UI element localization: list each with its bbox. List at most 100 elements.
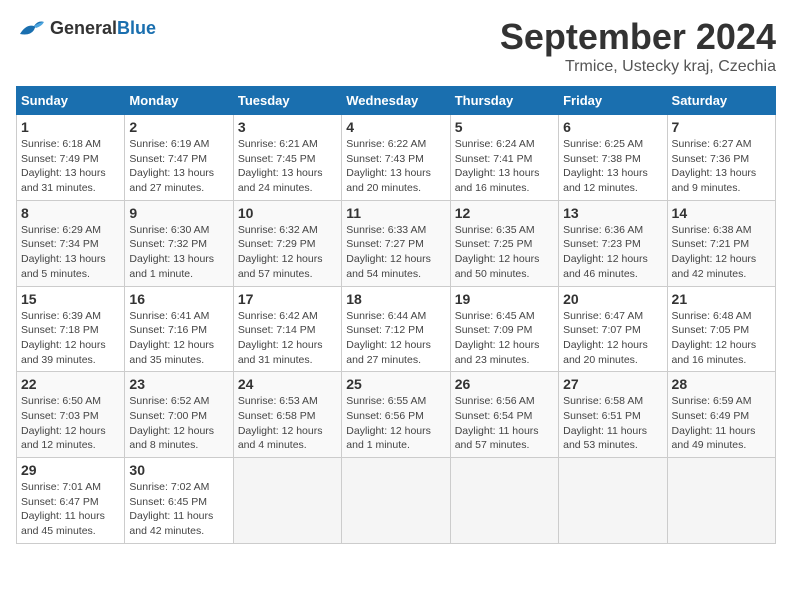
day-info: Sunrise: 6:18 AM Sunset: 7:49 PM Dayligh… [21, 137, 120, 196]
day-number: 23 [129, 376, 228, 392]
day-info: Sunrise: 6:39 AM Sunset: 7:18 PM Dayligh… [21, 309, 120, 368]
day-cell [450, 458, 558, 544]
day-cell: 4Sunrise: 6:22 AM Sunset: 7:43 PM Daylig… [342, 115, 450, 201]
day-number: 3 [238, 119, 337, 135]
day-info: Sunrise: 6:24 AM Sunset: 7:41 PM Dayligh… [455, 137, 554, 196]
day-info: Sunrise: 6:27 AM Sunset: 7:36 PM Dayligh… [672, 137, 771, 196]
day-cell: 30 Sunrise: 7:02 AM Sunset: 6:45 PM Dayli… [125, 458, 233, 544]
day-info: Sunrise: 6:19 AM Sunset: 7:47 PM Dayligh… [129, 137, 228, 196]
day-number: 11 [346, 205, 445, 221]
day-cell [667, 458, 775, 544]
page-header: GeneralBlue September 2024 Trmice, Ustec… [16, 16, 776, 76]
day-number: 20 [563, 291, 662, 307]
day-cell: 11 Sunrise: 6:33 AM Sunset: 7:27 PM Dayli… [342, 200, 450, 286]
day-info: Sunrise: 7:01 AM Sunset: 6:47 PM Dayligh… [21, 480, 120, 539]
day-info: Sunrise: 6:32 AM Sunset: 7:29 PM Dayligh… [238, 223, 337, 282]
weekday-header-sunday: Sunday [17, 87, 125, 115]
day-number: 24 [238, 376, 337, 392]
logo: GeneralBlue [16, 16, 156, 40]
weekday-header-monday: Monday [125, 87, 233, 115]
week-row-2: 8 Sunrise: 6:29 AM Sunset: 7:34 PM Daylig… [17, 200, 776, 286]
day-number: 18 [346, 291, 445, 307]
day-number: 22 [21, 376, 120, 392]
day-info: Sunrise: 6:58 AM Sunset: 6:51 PM Dayligh… [563, 394, 662, 453]
day-cell: 13Sunrise: 6:36 AM Sunset: 7:23 PM Dayli… [559, 200, 667, 286]
logo-blue: Blue [117, 18, 156, 38]
weekday-header-thursday: Thursday [450, 87, 558, 115]
day-cell: 18 Sunrise: 6:44 AM Sunset: 7:12 PM Dayli… [342, 286, 450, 372]
day-number: 5 [455, 119, 554, 135]
day-cell: 23 Sunrise: 6:52 AM Sunset: 7:00 PM Dayli… [125, 372, 233, 458]
week-row-4: 22 Sunrise: 6:50 AM Sunset: 7:03 PM Dayli… [17, 372, 776, 458]
day-info: Sunrise: 6:56 AM Sunset: 6:54 PM Dayligh… [455, 394, 554, 453]
day-number: 10 [238, 205, 337, 221]
day-cell: 14 Sunrise: 6:38 AM Sunset: 7:21 PM Dayli… [667, 200, 775, 286]
day-cell: 2Sunrise: 6:19 AM Sunset: 7:47 PM Daylig… [125, 115, 233, 201]
day-cell: 20 Sunrise: 6:47 AM Sunset: 7:07 PM Dayli… [559, 286, 667, 372]
day-info: Sunrise: 6:38 AM Sunset: 7:21 PM Dayligh… [672, 223, 771, 282]
day-cell: 21 Sunrise: 6:48 AM Sunset: 7:05 PM Dayli… [667, 286, 775, 372]
day-cell [342, 458, 450, 544]
day-number: 29 [21, 462, 120, 478]
day-info: Sunrise: 6:52 AM Sunset: 7:00 PM Dayligh… [129, 394, 228, 453]
day-number: 15 [21, 291, 120, 307]
day-cell: 15 Sunrise: 6:39 AM Sunset: 7:18 PM Dayli… [17, 286, 125, 372]
day-cell: 17 Sunrise: 6:42 AM Sunset: 7:14 PM Dayli… [233, 286, 341, 372]
week-row-5: 29 Sunrise: 7:01 AM Sunset: 6:47 PM Dayli… [17, 458, 776, 544]
day-info: Sunrise: 6:50 AM Sunset: 7:03 PM Dayligh… [21, 394, 120, 453]
day-info: Sunrise: 6:47 AM Sunset: 7:07 PM Dayligh… [563, 309, 662, 368]
day-number: 1 [21, 119, 120, 135]
day-info: Sunrise: 6:33 AM Sunset: 7:27 PM Dayligh… [346, 223, 445, 282]
day-info: Sunrise: 6:35 AM Sunset: 7:25 PM Dayligh… [455, 223, 554, 282]
day-info: Sunrise: 6:45 AM Sunset: 7:09 PM Dayligh… [455, 309, 554, 368]
day-cell: 10 Sunrise: 6:32 AM Sunset: 7:29 PM Dayli… [233, 200, 341, 286]
day-cell: 1 Sunrise: 6:18 AM Sunset: 7:49 PM Daylig… [17, 115, 125, 201]
day-cell: 28Sunrise: 6:59 AM Sunset: 6:49 PM Dayli… [667, 372, 775, 458]
location: Trmice, Ustecky kraj, Czechia [500, 58, 776, 76]
day-info: Sunrise: 6:48 AM Sunset: 7:05 PM Dayligh… [672, 309, 771, 368]
day-cell: 3Sunrise: 6:21 AM Sunset: 7:45 PM Daylig… [233, 115, 341, 201]
weekday-header-saturday: Saturday [667, 87, 775, 115]
day-info: Sunrise: 6:44 AM Sunset: 7:12 PM Dayligh… [346, 309, 445, 368]
day-info: Sunrise: 6:53 AM Sunset: 6:58 PM Dayligh… [238, 394, 337, 453]
day-number: 21 [672, 291, 771, 307]
weekday-header-wednesday: Wednesday [342, 87, 450, 115]
weekday-header-tuesday: Tuesday [233, 87, 341, 115]
day-info: Sunrise: 6:29 AM Sunset: 7:34 PM Dayligh… [21, 223, 120, 282]
day-cell: 25 Sunrise: 6:55 AM Sunset: 6:56 PM Dayli… [342, 372, 450, 458]
logo-text: GeneralBlue [50, 18, 156, 39]
day-number: 27 [563, 376, 662, 392]
day-number: 8 [21, 205, 120, 221]
day-number: 30 [129, 462, 228, 478]
day-info: Sunrise: 6:22 AM Sunset: 7:43 PM Dayligh… [346, 137, 445, 196]
day-number: 17 [238, 291, 337, 307]
week-row-3: 15 Sunrise: 6:39 AM Sunset: 7:18 PM Dayli… [17, 286, 776, 372]
day-number: 16 [129, 291, 228, 307]
day-number: 9 [129, 205, 228, 221]
day-cell: 27 Sunrise: 6:58 AM Sunset: 6:51 PM Dayli… [559, 372, 667, 458]
day-info: Sunrise: 6:25 AM Sunset: 7:38 PM Dayligh… [563, 137, 662, 196]
day-cell: 12Sunrise: 6:35 AM Sunset: 7:25 PM Dayli… [450, 200, 558, 286]
day-info: Sunrise: 6:55 AM Sunset: 6:56 PM Dayligh… [346, 394, 445, 453]
day-cell: 8 Sunrise: 6:29 AM Sunset: 7:34 PM Daylig… [17, 200, 125, 286]
day-info: Sunrise: 6:42 AM Sunset: 7:14 PM Dayligh… [238, 309, 337, 368]
day-info: Sunrise: 6:30 AM Sunset: 7:32 PM Dayligh… [129, 223, 228, 282]
day-cell [559, 458, 667, 544]
day-cell: 6 Sunrise: 6:25 AM Sunset: 7:38 PM Daylig… [559, 115, 667, 201]
title-area: September 2024 Trmice, Ustecky kraj, Cze… [500, 16, 776, 76]
day-cell: 22 Sunrise: 6:50 AM Sunset: 7:03 PM Dayli… [17, 372, 125, 458]
calendar-table: SundayMondayTuesdayWednesdayThursdayFrid… [16, 86, 776, 544]
logo-general: General [50, 18, 117, 38]
day-cell: 29 Sunrise: 7:01 AM Sunset: 6:47 PM Dayli… [17, 458, 125, 544]
day-cell [233, 458, 341, 544]
day-cell: 9 Sunrise: 6:30 AM Sunset: 7:32 PM Daylig… [125, 200, 233, 286]
day-number: 6 [563, 119, 662, 135]
day-number: 28 [672, 376, 771, 392]
day-cell: 7Sunrise: 6:27 AM Sunset: 7:36 PM Daylig… [667, 115, 775, 201]
day-number: 25 [346, 376, 445, 392]
month-title: September 2024 [500, 16, 776, 58]
week-row-1: 1 Sunrise: 6:18 AM Sunset: 7:49 PM Daylig… [17, 115, 776, 201]
day-cell: 26Sunrise: 6:56 AM Sunset: 6:54 PM Dayli… [450, 372, 558, 458]
day-info: Sunrise: 7:02 AM Sunset: 6:45 PM Dayligh… [129, 480, 228, 539]
day-number: 14 [672, 205, 771, 221]
